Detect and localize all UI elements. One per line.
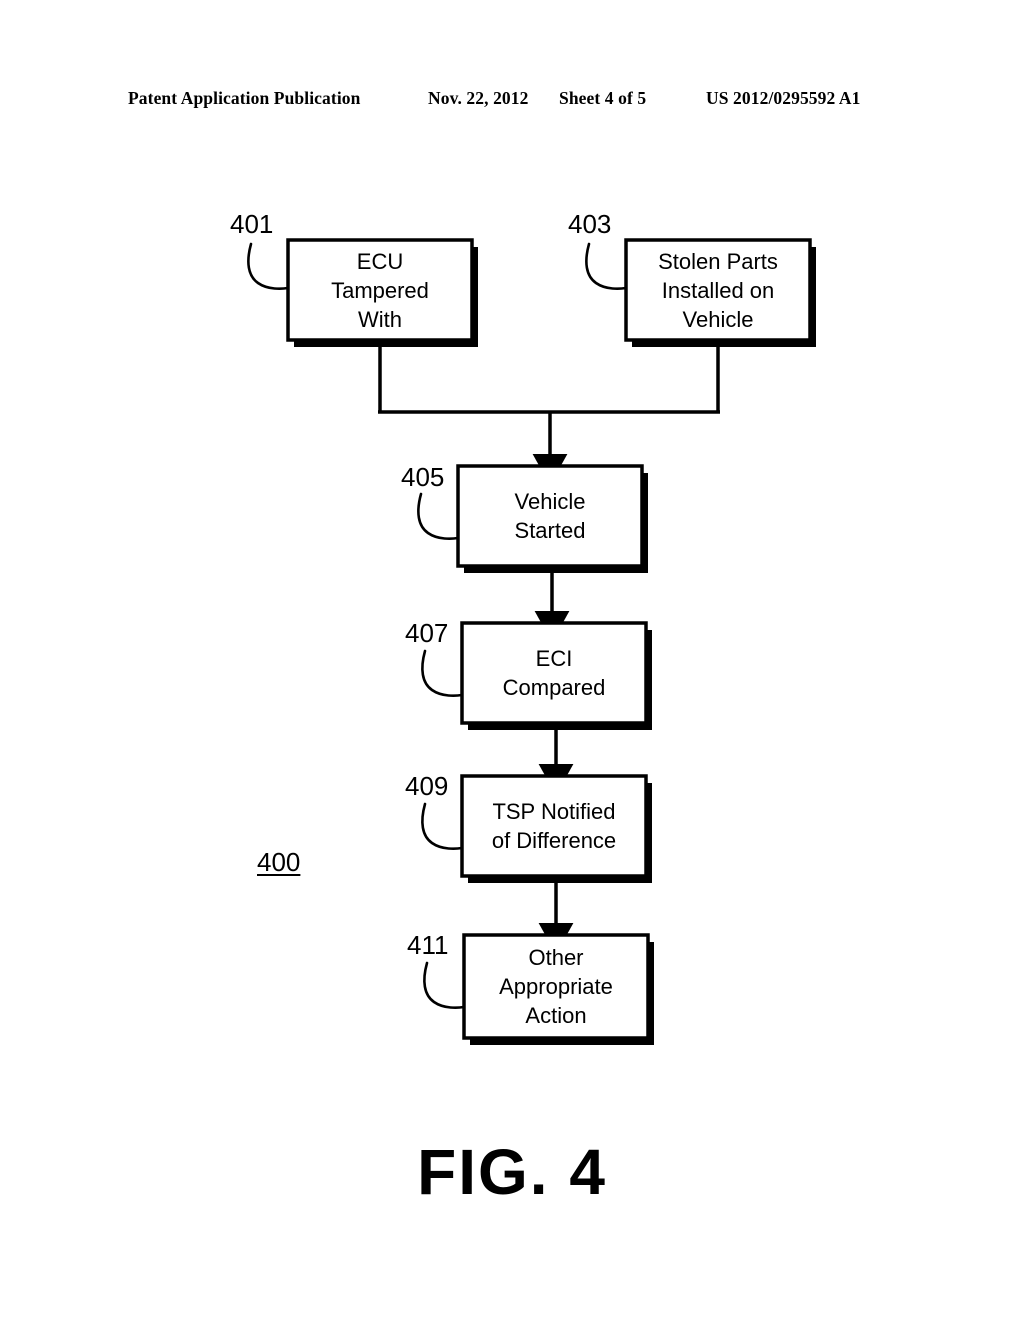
- ref-numeral-405: 405: [401, 462, 445, 492]
- ref-numeral-401: 401: [230, 209, 274, 239]
- leader-line-405: [417, 492, 460, 541]
- ref-numeral-409: 409: [405, 771, 449, 801]
- leader-line-409: [421, 802, 464, 851]
- node-405-vehicle-started: [456, 464, 648, 573]
- figure-400-flowchart: [0, 0, 1024, 1320]
- diagram-label-400: 400: [257, 847, 301, 877]
- ref-numeral-407: 407: [405, 618, 449, 648]
- leader-line-401: [247, 242, 290, 291]
- figure-caption: FIG. 4: [417, 1136, 607, 1208]
- node-407-eci-compared: [460, 621, 652, 730]
- leader-line-403: [585, 242, 628, 291]
- leader-line-411: [423, 961, 466, 1010]
- ref-numeral-411: 411: [407, 930, 449, 960]
- node-409-tsp-notified: [460, 774, 652, 883]
- node-403-stolen-parts-installed: [624, 238, 816, 347]
- node-411-other-appropriate-action: [462, 933, 654, 1045]
- leader-line-407: [421, 649, 464, 698]
- ref-numeral-403: 403: [568, 209, 612, 239]
- node-401-ecu-tampered-with: [286, 238, 478, 347]
